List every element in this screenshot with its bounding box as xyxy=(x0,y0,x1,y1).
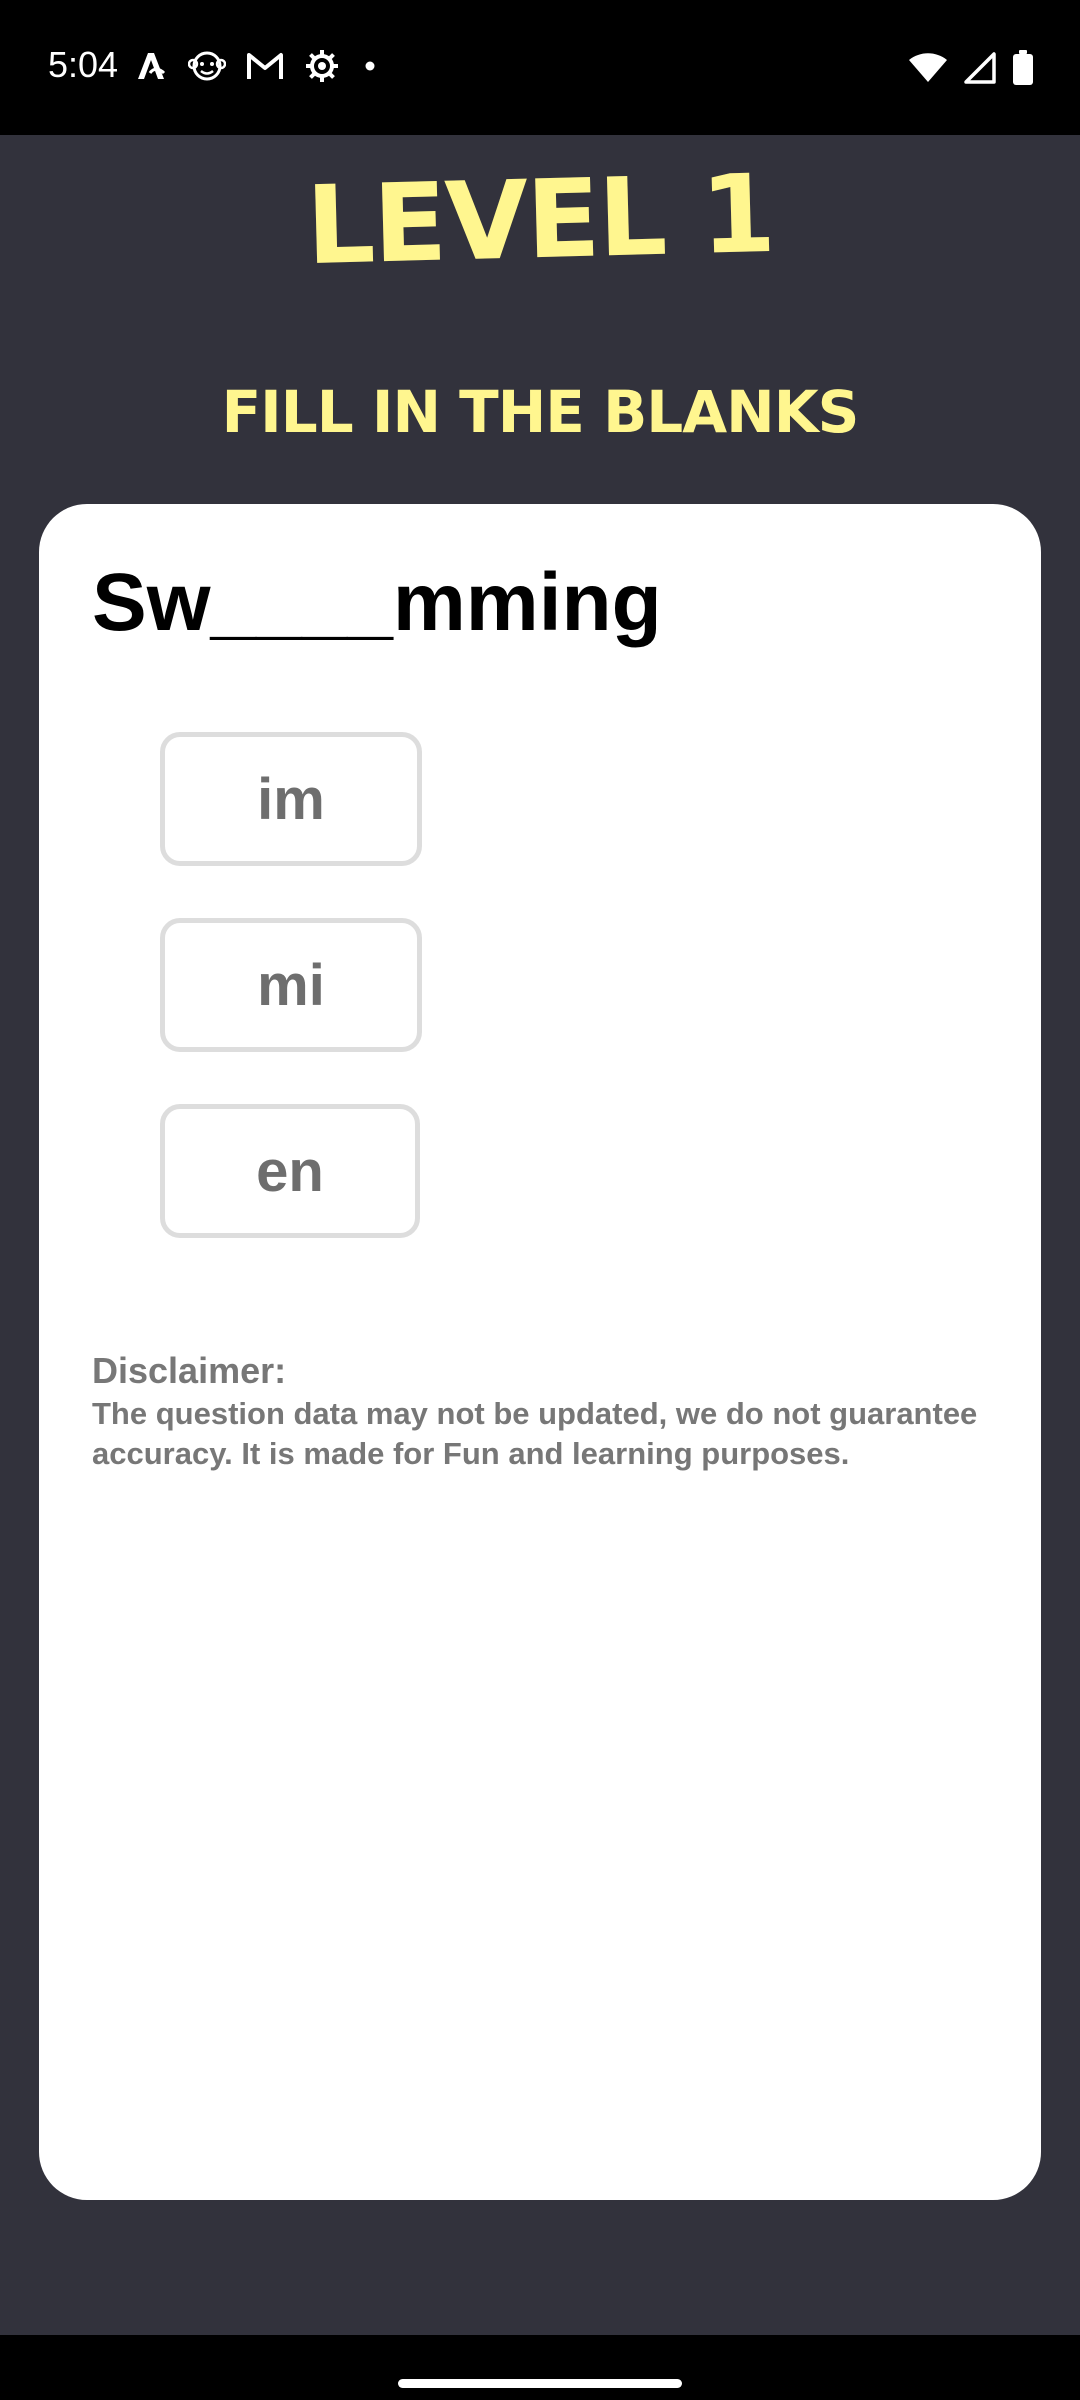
font-app-icon xyxy=(134,49,168,83)
status-left-icons xyxy=(134,48,380,84)
status-bar: 5:04 xyxy=(0,0,1080,135)
status-time: 5:04 xyxy=(48,44,119,85)
answer-option-2[interactable]: mi xyxy=(160,918,422,1052)
disclaimer-title: Disclaimer: xyxy=(92,1350,287,1391)
question-card: Sw____mming im mi en Disclaimer: The que… xyxy=(39,504,1041,2200)
navigation-bar xyxy=(0,2335,1080,2400)
status-right-icons xyxy=(908,50,1034,86)
gmail-icon xyxy=(246,51,284,81)
answer-option-3[interactable]: en xyxy=(160,1104,420,1238)
monkey-app-icon xyxy=(188,48,226,84)
answer-option-1[interactable]: im xyxy=(160,732,422,866)
question-word: Sw____mming xyxy=(92,557,662,648)
game-mode-subtitle: FILL IN THE BLANKS xyxy=(221,378,860,446)
settings-gear-icon xyxy=(304,48,340,84)
level-title: LEVEL 1 xyxy=(304,151,776,290)
cell-signal-icon xyxy=(964,52,996,84)
disclaimer-text: The question data may not be updated, we… xyxy=(92,1396,978,1471)
home-indicator[interactable] xyxy=(398,2379,682,2388)
wifi-icon xyxy=(908,52,948,84)
notification-dot-icon xyxy=(360,56,380,76)
battery-icon xyxy=(1012,50,1034,86)
